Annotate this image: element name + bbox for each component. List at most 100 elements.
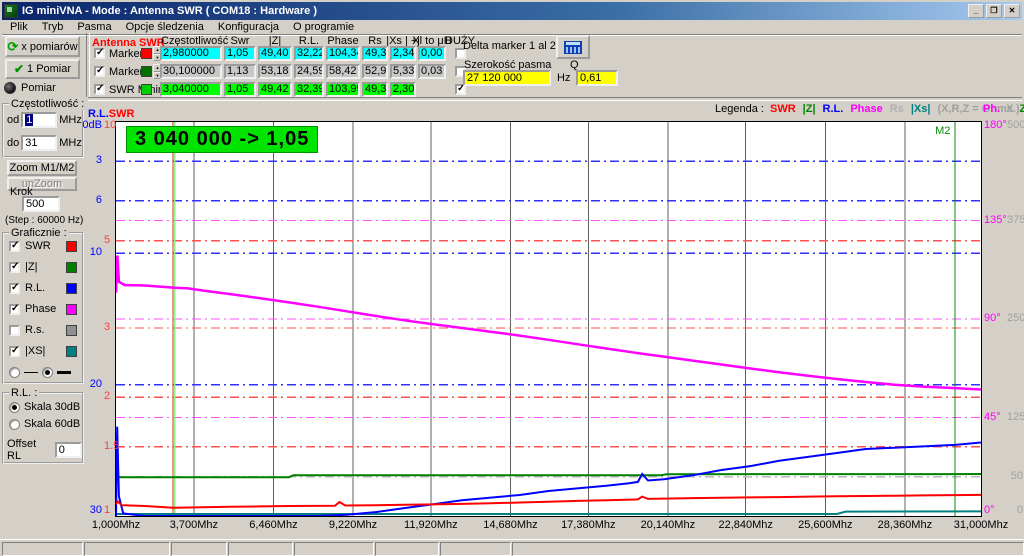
legend-item-swr: SWR — [770, 103, 796, 115]
tick-label: 250 — [1007, 313, 1023, 324]
status-panel-7 — [512, 542, 1024, 556]
scale-60db-radio[interactable] — [9, 419, 20, 430]
status-panel-3 — [228, 542, 293, 556]
marker-cell: 5,33 — [390, 64, 416, 79]
trace-checkbox[interactable] — [9, 346, 20, 357]
legend-item-z: |Z| — [803, 103, 816, 115]
thick-line-sample — [57, 371, 71, 374]
multi-measure-label: x pomiarów — [21, 41, 77, 53]
marker-row-checkbox[interactable] — [94, 84, 105, 95]
line-thin-radio[interactable] — [9, 367, 20, 378]
x-tick-label: 11,920Mhz — [404, 519, 458, 531]
axis-phase-labels: 180°135°90°45°0° — [984, 122, 1008, 516]
marker-cell: 0,03 — [418, 64, 446, 79]
q-field[interactable]: 0,61 — [576, 70, 618, 86]
x-tick-label: 6,460Mhz — [249, 519, 297, 531]
tick-label: 180° — [984, 120, 1008, 131]
axis-swr-labels: 105321.51 — [104, 122, 118, 516]
trace-label: |Z| — [25, 261, 37, 273]
trace-checkbox[interactable] — [9, 283, 20, 294]
status-panel-5 — [375, 542, 439, 556]
x-tick-label: 1,000Mhz — [92, 519, 140, 531]
trace-checkbox[interactable] — [9, 304, 20, 315]
restore-button[interactable]: ❐ — [986, 4, 1002, 18]
chart-plot-area[interactable]: M2 — [115, 121, 982, 517]
calculator-icon — [564, 41, 582, 54]
trace-row-z: |Z| — [9, 261, 77, 273]
step-input[interactable]: 500 — [22, 196, 60, 212]
offset-rl-label: Offset RL — [7, 438, 52, 462]
legend-right-x: X — [1006, 103, 1013, 115]
marker-row-checkbox[interactable] — [94, 48, 105, 59]
zoom-m1m2-button[interactable]: Zoom M1/M2 — [7, 160, 77, 176]
trace-checkbox[interactable] — [9, 325, 20, 336]
series-phase — [116, 256, 981, 390]
tick-label: 0° — [984, 505, 1008, 516]
thin-line-sample — [24, 372, 38, 373]
delta-title: Delta marker 1 al 2 — [463, 40, 556, 52]
tick-label: 20 — [76, 379, 102, 390]
to-value: 31 — [25, 137, 37, 149]
marker-cell: 53,18 — [258, 64, 292, 79]
bandwidth-unit: Hz — [557, 72, 570, 84]
x-tick-label: 25,600Mhz — [798, 519, 852, 531]
marker-cell: 49,37 — [362, 82, 388, 97]
marker-row-checkbox[interactable] — [94, 66, 105, 77]
offset-rl-value: 0 — [59, 444, 65, 456]
x-tick-label: 14,680Mhz — [483, 519, 537, 531]
menu-item-opcje-ledzenia[interactable]: Opcje śledzenia — [126, 21, 204, 33]
close-button[interactable]: ✕ — [1004, 4, 1020, 18]
scale-30db-label: Skala 30dB — [24, 401, 80, 413]
x-tick-label: 20,140Mhz — [641, 519, 695, 531]
multi-measure-button[interactable]: ⟳ x pomiarów — [5, 36, 80, 57]
scale-30db-radio[interactable] — [9, 402, 20, 413]
marker-cell: 2,980000 — [160, 46, 222, 61]
from-input[interactable]: 1 — [21, 112, 57, 128]
x-tick-label: 28,360Mhz — [878, 519, 932, 531]
axis-frequency-labels: 1,000Mhz3,700Mhz6,460Mhz9,220Mhz11,920Mh… — [116, 519, 981, 531]
tick-label: 3 — [76, 155, 102, 166]
separator-horizontal — [88, 97, 1022, 101]
q-value: 0,61 — [580, 72, 601, 84]
swr-min-tooltip: 3 040 000 -> 1,05 — [126, 126, 318, 153]
trace-row-rs: R.s. — [9, 324, 77, 336]
marker-cell: 32,22 — [294, 46, 324, 61]
trace-label: Phase — [25, 303, 56, 315]
calculator-button[interactable] — [556, 35, 590, 59]
menu-item-pasma[interactable]: Pasma — [77, 21, 111, 33]
tick-label: 10 — [76, 247, 102, 258]
app-icon — [4, 4, 18, 18]
from-value: 1 — [25, 114, 33, 126]
x-tick-label: 3,700Mhz — [170, 519, 218, 531]
trace-row-xs: |XS| — [9, 345, 77, 357]
tick-label: 5 — [104, 235, 118, 246]
legend-item-rl: R.L. — [823, 103, 844, 115]
window-title: IG miniVNA - Mode : Antenna SWR ( COM18 … — [22, 5, 317, 17]
tick-label: 30 — [76, 505, 102, 516]
marker-color-swatch — [141, 48, 152, 59]
to-input[interactable]: 31 — [21, 135, 57, 151]
line-thick-radio[interactable] — [42, 367, 53, 378]
menu-item-tryb[interactable]: Tryb — [42, 21, 64, 33]
bandwidth-field[interactable]: 27 120 000 — [463, 70, 551, 86]
series-swr — [116, 495, 981, 508]
menu-item-o-programie[interactable]: O programie — [293, 21, 354, 33]
trace-row-phase: Phase — [9, 303, 77, 315]
menu-item-konfiguracja[interactable]: Konfiguracja — [218, 21, 279, 33]
legend-right-z: Z — [1019, 103, 1024, 115]
menu-item-plik[interactable]: Plik — [10, 21, 28, 33]
legend-item-phase: Phase — [850, 103, 882, 115]
refresh-icon: ⟳ — [7, 41, 18, 52]
marker-cell: 1,05 — [224, 46, 256, 61]
trace-checkbox[interactable] — [9, 262, 20, 273]
trace-checkbox[interactable] — [9, 241, 20, 252]
minimize-button[interactable]: _ — [968, 4, 984, 18]
line-style-row — [9, 367, 71, 378]
marker-cell: 58,42 — [326, 64, 360, 79]
marker-cell: 32,39 — [294, 82, 324, 97]
marker-cell: 24,59 — [294, 64, 324, 79]
tick-label: 45° — [984, 412, 1008, 423]
marker-cell: 103,99 — [326, 82, 360, 97]
tick-label: 0 — [1007, 505, 1023, 516]
single-measure-button[interactable]: ✔ 1 Pomiar — [5, 59, 80, 79]
